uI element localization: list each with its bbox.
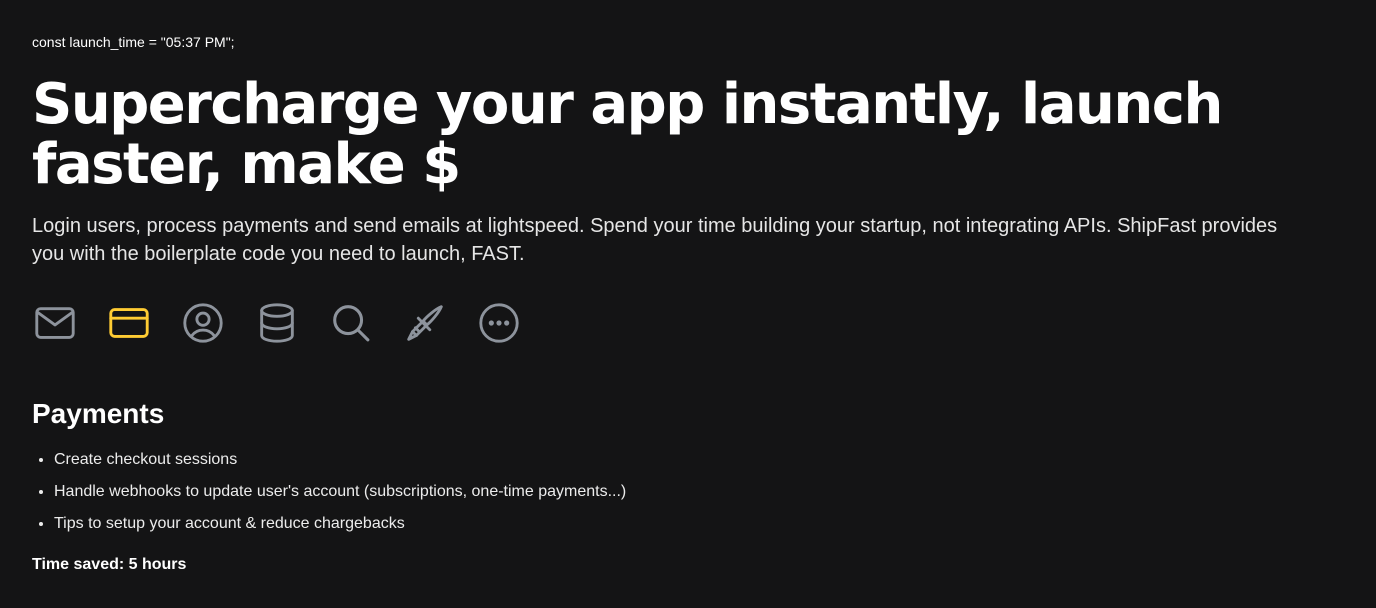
page: const launch_time = "05:37 PM"; Supercha…: [0, 0, 1376, 608]
list-item: Tips to setup your account & reduce char…: [54, 512, 626, 536]
feature-button-database[interactable]: [254, 300, 300, 346]
feature-button-more[interactable]: [476, 300, 522, 346]
feature-button-payments[interactable]: [106, 300, 152, 346]
database-icon: [260, 303, 294, 343]
feature-button-login[interactable]: [180, 300, 226, 346]
time-saved-label: Time saved: 5 hours: [32, 556, 187, 573]
hero-subtitle: Login users, process payments and send e…: [32, 215, 1278, 265]
feature-button-style[interactable]: [402, 300, 448, 346]
list-item: Create checkout sessions: [54, 448, 626, 472]
feature-bullet-list: Create checkout sessions Handle webhooks…: [32, 448, 626, 544]
paintbrush-icon: [407, 305, 443, 341]
feature-selector: [32, 300, 522, 346]
launch-time-code: const launch_time = "05:37 PM";: [32, 34, 235, 50]
user-circle-icon: [183, 303, 223, 343]
more-icon: [479, 303, 519, 343]
search-icon: [333, 305, 370, 342]
hero-headline: Supercharge your app instantly, launch f…: [32, 72, 1223, 197]
credit-card-icon: [109, 308, 149, 338]
list-item: Handle webhooks to update user's account…: [54, 480, 626, 504]
feature-button-emails[interactable]: [32, 300, 78, 346]
feature-title: Payments: [32, 398, 165, 429]
feature-button-seo[interactable]: [328, 300, 374, 346]
mail-icon: [35, 307, 75, 339]
